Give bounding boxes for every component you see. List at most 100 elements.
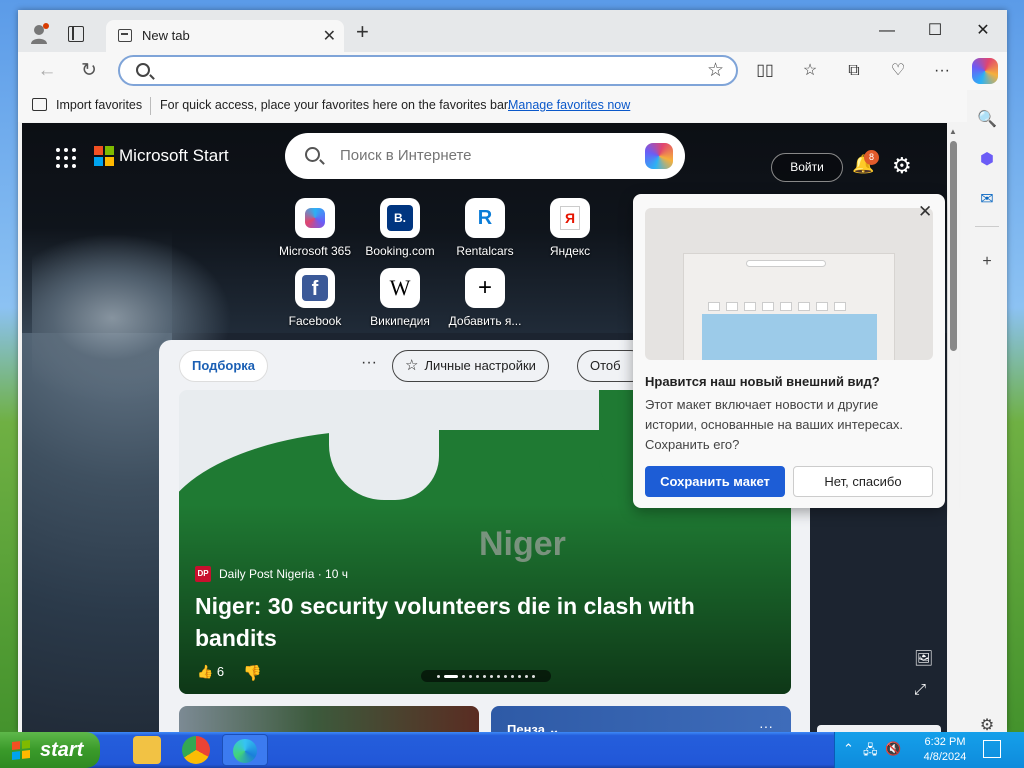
save-layout-button[interactable]: Сохранить макет — [645, 466, 785, 497]
divider — [150, 97, 151, 115]
more-tabs-button[interactable]: ··· — [349, 350, 389, 382]
copilot-search-icon[interactable] — [645, 143, 673, 169]
volume-muted-icon[interactable]: 🔇 — [885, 741, 901, 757]
favorites-hint: For quick access, place your favorites h… — [160, 98, 511, 112]
show-desktop-button[interactable] — [983, 740, 1001, 758]
file-explorer-icon[interactable] — [133, 736, 161, 764]
facebook-icon: f — [295, 268, 335, 308]
windows-flag-icon — [12, 740, 30, 760]
like-count: 6 — [216, 664, 225, 679]
import-favorites-icon[interactable] — [32, 98, 47, 111]
app-launcher-icon[interactable] — [56, 148, 76, 168]
quick-link-add[interactable]: + Добавить я... — [440, 268, 530, 328]
more-options-icon[interactable]: ··· — [759, 718, 773, 732]
minimize-button[interactable]: — — [864, 16, 910, 46]
tab-actions-icon[interactable] — [68, 26, 84, 42]
clock[interactable]: 6:32 PM 4/8/2024 — [915, 735, 975, 765]
back-button[interactable]: ← — [34, 58, 60, 84]
quick-link-facebook[interactable]: f Facebook — [270, 268, 360, 328]
add-sidebar-app-icon[interactable]: + — [975, 250, 999, 274]
browser-window: New tab ✕ + — ☐ ✕ ← ↻ ☆ ▯▯ ☆ ⧉ ♡ ··· Imp… — [18, 10, 1007, 732]
manage-favorites-link[interactable]: Manage favorites now — [508, 98, 630, 112]
expand-icon[interactable]: ⤢ — [914, 681, 926, 698]
outlook-icon[interactable]: ✉ — [975, 188, 999, 212]
favorite-star-icon[interactable]: ☆ — [707, 59, 724, 82]
sign-in-button[interactable]: Войти — [771, 153, 843, 182]
side-card[interactable] — [817, 725, 941, 732]
add-icon: + — [465, 268, 505, 308]
taskbar: start ⌃ 🖧 🔇 6:32 PM 4/8/2024 — [0, 732, 1024, 768]
scroll-up-icon[interactable]: ▲ — [949, 127, 957, 136]
wikipedia-icon: W — [380, 268, 420, 308]
divider — [975, 226, 999, 227]
city-dropdown[interactable]: Пенза ⌄ — [507, 722, 559, 732]
news-card[interactable] — [179, 706, 479, 732]
edge-taskbar-button[interactable] — [222, 734, 268, 766]
web-search-input[interactable] — [340, 147, 620, 164]
address-bar[interactable]: ☆ — [118, 55, 738, 86]
personalize-label: Личные настройки — [424, 358, 536, 373]
tab-new-tab[interactable]: New tab ✕ — [106, 20, 344, 52]
split-screen-icon[interactable]: ▯▯ — [753, 60, 777, 84]
address-input[interactable] — [162, 61, 682, 81]
quick-link-microsoft-365[interactable]: Microsoft 365 — [270, 198, 360, 258]
microsoft-365-icon[interactable]: ⬢ — [975, 148, 999, 172]
rentalcars-icon: R — [465, 198, 505, 238]
page-scrollbar[interactable]: ▲ — [948, 123, 959, 732]
show-hidden-icons-icon[interactable]: ⌃ — [843, 741, 854, 757]
profile-icon[interactable] — [30, 23, 50, 45]
quick-link-rentalcars[interactable]: R Rentalcars — [440, 198, 530, 258]
search-icon[interactable]: 🔍 — [975, 108, 999, 132]
popup-body: Этот макет включает новости и другие ист… — [645, 397, 904, 452]
close-window-button[interactable]: ✕ — [960, 16, 1006, 46]
quick-link-booking[interactable]: B. Booking.com — [355, 198, 445, 258]
thumbs-down-icon[interactable]: 👎 — [243, 664, 262, 682]
start-button[interactable]: start — [0, 732, 100, 768]
quick-link-wikipedia[interactable]: W Википедия — [355, 268, 445, 328]
weather-card[interactable]: Пенза ⌄ ··· — [491, 706, 791, 732]
tab-title: New tab — [142, 28, 190, 43]
source-name[interactable]: Daily Post Nigeria · 10 ч — [219, 567, 348, 581]
decline-button[interactable]: Нет, спасибо — [793, 466, 933, 497]
favorites-bar: Import favorites For quick access, place… — [18, 90, 1007, 122]
booking-icon: B. — [380, 198, 420, 238]
network-icon[interactable]: 🖧 — [863, 741, 878, 763]
collections-icon[interactable]: ⧉ — [842, 60, 866, 84]
browser-essentials-icon[interactable]: ♡ — [886, 60, 910, 84]
clock-time: 6:32 PM — [924, 736, 966, 748]
layout-feedback-popup: ✕ Нравится наш новый внешний вид? Этот м… — [633, 194, 945, 508]
brand-title[interactable]: Microsoft Start — [119, 146, 229, 166]
search-icon — [136, 63, 150, 77]
carousel-indicator[interactable] — [421, 670, 551, 682]
new-tab-page-icon — [118, 29, 132, 42]
headline[interactable]: Niger: 30 security volunteers die in cla… — [195, 590, 755, 654]
like-button[interactable]: 👍 6 — [197, 664, 224, 680]
background-image-icon[interactable]: 🖼 — [914, 649, 933, 667]
personalize-button[interactable]: ☆ Личные настройки — [392, 350, 549, 382]
quick-link-yandex[interactable]: Я Яндекс — [525, 198, 615, 258]
more-menu-icon[interactable]: ··· — [930, 60, 954, 84]
microsoft-logo-icon — [94, 146, 114, 166]
chrome-icon[interactable] — [182, 736, 210, 764]
tab-top-stories[interactable]: Подборка — [179, 350, 269, 382]
sidebar-settings-icon[interactable]: ⚙ — [975, 714, 999, 732]
import-favorites-button[interactable]: Import favorites — [56, 98, 142, 112]
web-search-box[interactable] — [285, 133, 685, 179]
refresh-button[interactable]: ↻ — [76, 58, 102, 84]
close-popup-icon[interactable]: ✕ — [918, 202, 932, 222]
source-logo: DP — [195, 566, 211, 582]
scroll-thumb[interactable] — [950, 141, 957, 351]
settings-gear-icon[interactable]: ⚙ — [892, 153, 912, 179]
favorites-icon[interactable]: ☆ — [798, 60, 822, 84]
new-tab-button[interactable]: + — [356, 21, 369, 43]
copilot-icon[interactable] — [972, 58, 998, 84]
toolbar: ← ↻ ☆ ▯▯ ☆ ⧉ ♡ ··· — [18, 52, 1007, 90]
close-tab-icon[interactable]: ✕ — [323, 26, 336, 46]
microsoft-365-icon — [295, 198, 335, 238]
maximize-button[interactable]: ☐ — [912, 16, 958, 46]
quick-link-label: Википедия — [370, 314, 430, 328]
edge-icon — [233, 739, 257, 763]
quick-link-label: Яндекс — [549, 244, 591, 258]
notifications-badge: 8 — [864, 150, 879, 165]
quick-link-label: Microsoft 365 — [278, 244, 352, 258]
